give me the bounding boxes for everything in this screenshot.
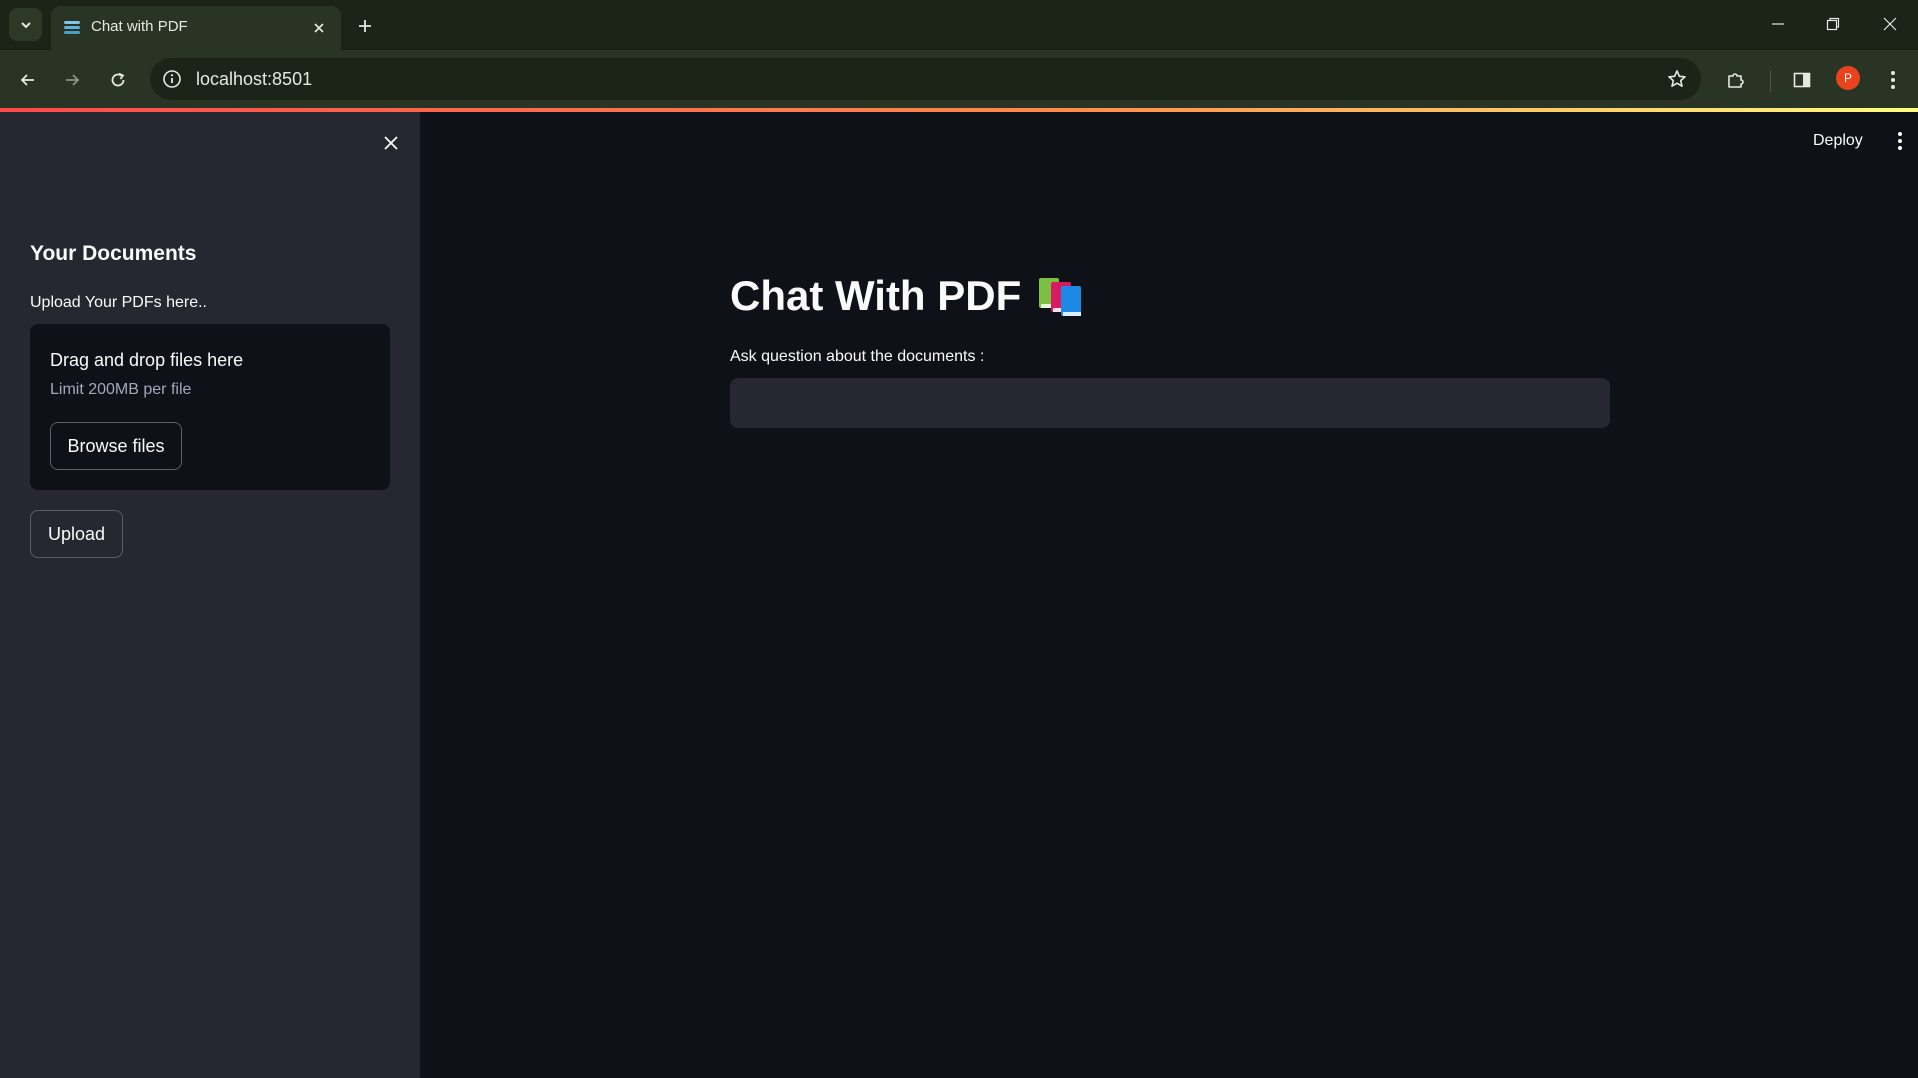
- profile-avatar[interactable]: P: [1836, 66, 1860, 90]
- plus-icon: [359, 20, 371, 32]
- deploy-button[interactable]: Deploy: [1805, 128, 1871, 154]
- minimize-icon: [1772, 23, 1784, 25]
- main-content: Deploy Chat With PDF Ask question about …: [420, 112, 1918, 1078]
- tab-title: Chat with PDF: [91, 18, 188, 35]
- back-button[interactable]: [12, 64, 44, 96]
- close-icon: [384, 136, 398, 150]
- upload-button[interactable]: Upload: [30, 510, 123, 558]
- close-window-button[interactable]: [1872, 8, 1908, 40]
- restore-button[interactable]: [1815, 8, 1851, 40]
- extensions-button[interactable]: [1720, 64, 1752, 96]
- toolbar-divider: [1770, 70, 1771, 92]
- dropzone-limit: Limit 200MB per file: [50, 381, 192, 398]
- info-icon: [163, 70, 181, 88]
- bookmark-button[interactable]: [1665, 67, 1689, 91]
- side-panel-icon: [1793, 72, 1811, 88]
- books-emoji-icon: [1039, 278, 1082, 316]
- page-title: Chat With PDF: [730, 272, 1022, 319]
- sidebar-close-button[interactable]: [378, 130, 404, 156]
- address-url: localhost:8501: [196, 69, 313, 89]
- question-input[interactable]: [730, 378, 1610, 428]
- vertical-dots-icon: [1891, 71, 1895, 89]
- sidebar: Your Documents Upload Your PDFs here.. D…: [0, 112, 420, 1078]
- browse-files-button[interactable]: Browse files: [50, 422, 182, 470]
- side-panel-button[interactable]: [1786, 64, 1818, 96]
- restore-icon: [1826, 17, 1840, 31]
- arrow-left-icon: [20, 74, 34, 86]
- vertical-dots-icon: [1898, 132, 1902, 150]
- site-info-button[interactable]: [160, 67, 184, 91]
- tab-close-button[interactable]: [309, 18, 329, 38]
- close-icon: [314, 23, 324, 33]
- tab-search-button[interactable]: [9, 8, 42, 41]
- reload-button[interactable]: [102, 64, 134, 96]
- browser-tab-strip: Chat with PDF: [0, 0, 1918, 50]
- minimize-button[interactable]: [1760, 8, 1796, 40]
- browser-menu-button[interactable]: [1877, 64, 1909, 96]
- close-icon: [1883, 17, 1897, 31]
- reload-icon: [111, 72, 125, 87]
- app-menu-button[interactable]: [1886, 126, 1914, 156]
- address-bar[interactable]: localhost:8501: [150, 58, 1701, 100]
- file-dropzone[interactable]: Drag and drop files here Limit 200MB per…: [30, 324, 390, 490]
- arrow-right-icon: [66, 74, 80, 86]
- browser-tab[interactable]: Chat with PDF: [51, 6, 341, 50]
- dropzone-title: Drag and drop files here: [50, 350, 244, 370]
- uploader-label: Upload Your PDFs here..: [30, 294, 207, 311]
- question-label: Ask question about the documents :: [730, 348, 985, 365]
- forward-button[interactable]: [56, 64, 88, 96]
- star-icon: [1668, 70, 1686, 87]
- new-tab-button[interactable]: [351, 12, 379, 40]
- puzzle-icon: [1728, 73, 1744, 88]
- chevron-down-icon: [20, 21, 31, 28]
- sidebar-heading: Your Documents: [30, 242, 197, 265]
- browser-toolbar: localhost:8501: [0, 50, 1918, 110]
- streamlit-favicon-icon: [64, 21, 80, 34]
- title-row: Chat With PDF: [730, 272, 1085, 320]
